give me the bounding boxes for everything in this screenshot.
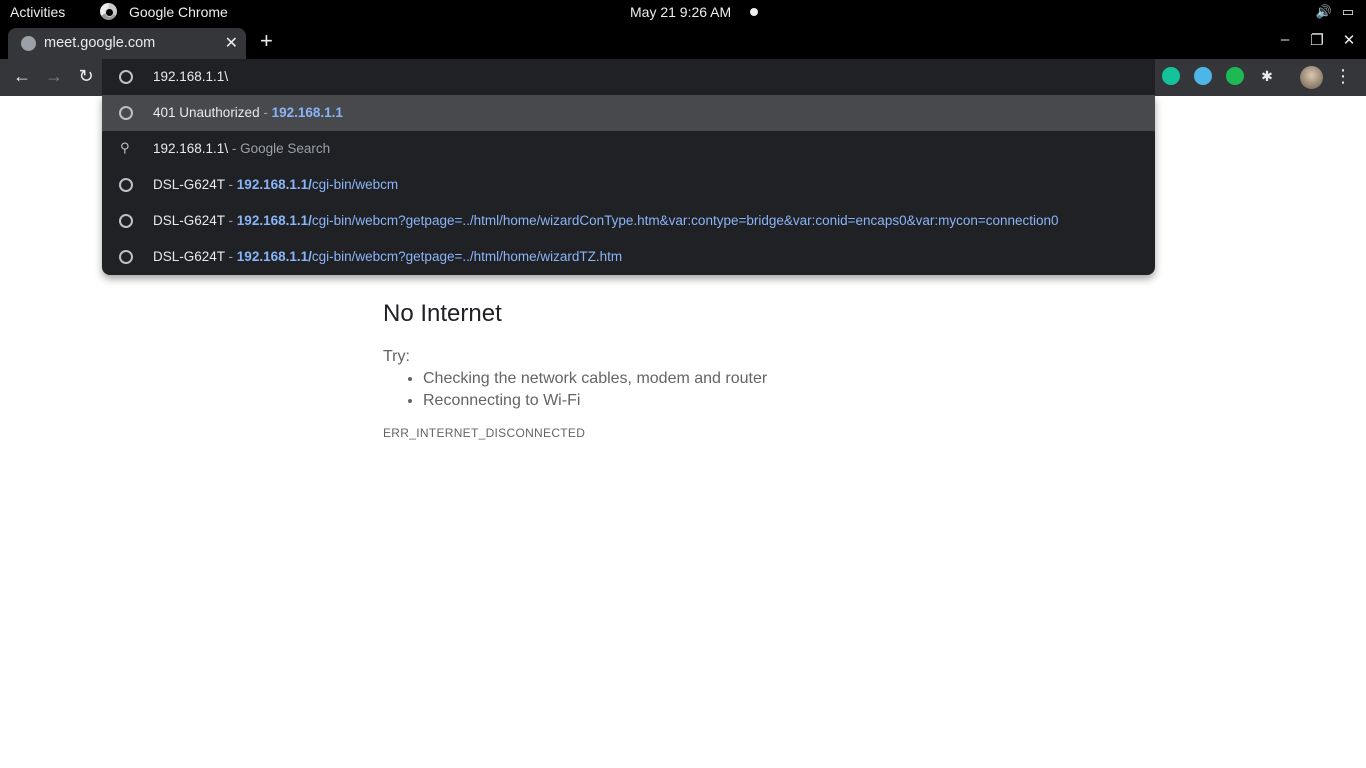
suggestion-url-host: 192.168.1.1/	[236, 249, 312, 264]
notification-dot-icon	[750, 8, 758, 16]
tab-close-icon[interactable]: ✕	[225, 33, 238, 53]
app-name: Google Chrome	[129, 3, 228, 20]
tips-list: Checking the network cables, modem and r…	[383, 370, 767, 410]
suggestion-url-host: 192.168.1.1/	[236, 177, 312, 192]
window-controls: – ❐ ✕	[1278, 31, 1356, 49]
globe-icon	[119, 106, 133, 120]
suggestion-separator: -	[224, 177, 237, 192]
activities-button[interactable]: Activities	[10, 4, 65, 20]
globe-icon	[119, 250, 133, 264]
globe-icon	[21, 36, 36, 51]
chrome-icon	[100, 3, 117, 20]
search-icon: ⚲	[120, 140, 134, 155]
suggestion-title: 401 Unauthorized	[153, 105, 260, 120]
list-item: Checking the network cables, modem and r…	[423, 370, 767, 388]
volume-icon: 🔊	[1315, 4, 1332, 19]
back-icon[interactable]: ←	[11, 66, 33, 87]
extension-icon[interactable]	[1194, 67, 1212, 85]
try-label: Try:	[383, 348, 410, 365]
suggestion-title: DSL-G624T	[153, 249, 225, 264]
address-bar[interactable]: 192.168.1.1\	[102, 59, 1155, 96]
suggestion-item[interactable]: DSL-G624T - 192.168.1.1/cgi-bin/webcm	[102, 167, 1155, 203]
app-menu[interactable]: Google Chrome	[100, 3, 228, 20]
suggestion-url-path: cgi-bin/webcm?getpage=../html/home/wizar…	[311, 249, 623, 264]
list-item: Reconnecting to Wi-Fi	[423, 392, 767, 410]
menu-icon[interactable]: ⋮	[1334, 66, 1352, 87]
system-menu[interactable]: 🔊 ▭	[1316, 4, 1354, 20]
tab-title: meet.google.com	[44, 35, 156, 51]
toolbar: ← → ↻ 192.168.1.1\ ✱ ⋮	[0, 59, 1366, 96]
close-window-icon[interactable]: ✕	[1342, 31, 1356, 49]
suggestion-separator: -	[259, 105, 272, 120]
suggestion-separator: -	[228, 141, 241, 156]
globe-icon	[119, 178, 133, 192]
forward-icon[interactable]: →	[43, 66, 65, 87]
suggestion-url: 192.168.1.1	[271, 105, 343, 120]
error-page: No Internet Try: Checking the network ca…	[383, 300, 767, 440]
suggestion-url-path: cgi-bin/webcm	[311, 177, 399, 192]
suggestion-separator: -	[224, 213, 237, 228]
maximize-icon[interactable]: ❐	[1310, 31, 1324, 49]
suggestion-url-host: 192.168.1.1/	[236, 213, 312, 228]
extension-icon[interactable]	[1226, 67, 1244, 85]
suggestion-engine: Google Search	[240, 141, 331, 156]
suggestion-title: DSL-G624T	[153, 177, 225, 192]
error-code: ERR_INTERNET_DISCONNECTED	[383, 426, 586, 440]
suggestion-url-path: cgi-bin/webcm?getpage=../html/home/wizar…	[311, 213, 1059, 228]
page-title: No Internet	[383, 300, 502, 327]
reload-icon[interactable]: ↻	[75, 66, 97, 87]
globe-icon	[119, 70, 133, 84]
suggestion-separator: -	[224, 249, 237, 264]
clock[interactable]: May 21 9:26 AM	[630, 4, 731, 20]
extension-icon[interactable]: ✱	[1258, 67, 1276, 85]
tab-meet[interactable]: meet.google.com ✕	[8, 28, 246, 59]
suggestion-item[interactable]: 401 Unauthorized - 192.168.1.1	[102, 95, 1155, 131]
globe-icon	[119, 214, 133, 228]
grammarly-icon[interactable]	[1162, 67, 1180, 85]
suggestion-item[interactable]: ⚲ 192.168.1.1\ - Google Search	[102, 131, 1155, 167]
suggestion-item[interactable]: DSL-G624T - 192.168.1.1/cgi-bin/webcm?ge…	[102, 239, 1155, 275]
avatar[interactable]	[1300, 66, 1323, 89]
suggestion-title: DSL-G624T	[153, 213, 225, 228]
omnibox-suggestions: 401 Unauthorized - 192.168.1.1 ⚲ 192.168…	[102, 95, 1155, 275]
minimize-icon[interactable]: –	[1278, 31, 1292, 49]
new-tab-button[interactable]: +	[260, 28, 273, 54]
address-input[interactable]: 192.168.1.1\	[153, 69, 228, 84]
suggestion-title: 192.168.1.1\	[153, 141, 229, 156]
battery-icon: ▭	[1341, 4, 1354, 19]
tab-strip: meet.google.com ✕ + – ❐ ✕	[0, 25, 1366, 59]
suggestion-item[interactable]: DSL-G624T - 192.168.1.1/cgi-bin/webcm?ge…	[102, 203, 1155, 239]
gnome-top-bar: Activities Google Chrome May 21 9:26 AM …	[0, 0, 1366, 25]
